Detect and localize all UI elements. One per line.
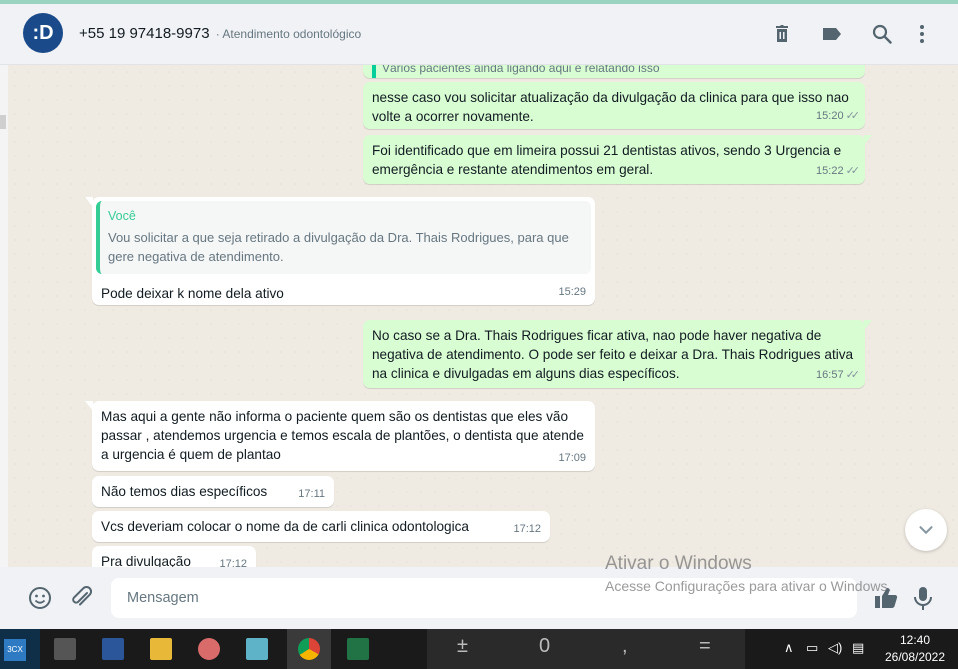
chat-header: :D +55 19 97418-9973 · Atendimento odont… [0,4,958,65]
message-meta: 15:29 [558,283,586,302]
message-list[interactable]: Vários pacientes ainda ligando aqui e re… [8,65,958,567]
system-tray: ∧ ▭ ◁) ▤ 12:40 26/08/2022 [780,629,958,669]
quote-author: Você [108,209,136,223]
message-outgoing-partial: Vários pacientes ainda ligando aqui e re… [363,65,865,78]
message-time: 17:12 [513,523,541,535]
message-text: Não temos dias específicos [101,484,268,499]
message-incoming[interactable]: Não temos dias específicos 17:11 [92,476,334,507]
message-meta: 16:57 ✓✓ [816,366,861,385]
message-text: Mas aqui a gente não informa o paciente … [101,409,584,462]
calc-key: = [699,635,711,657]
quoted-text: Vários pacientes ainda ligando aqui e re… [372,65,856,78]
file-explorer-icon[interactable] [139,629,183,669]
contact-phone: +55 19 97418-9973 [79,25,210,42]
chevron-up-icon[interactable]: ∧ [784,640,794,656]
message-time: 16:57 [816,369,844,381]
attach-icon[interactable] [67,584,95,612]
trash-icon[interactable] [770,22,794,46]
scroll-to-bottom-button[interactable] [905,509,947,551]
excel-icon[interactable] [336,629,380,669]
chevron-down-icon [919,526,933,534]
contact-info[interactable]: +55 19 97418-9973 · Atendimento odontoló… [79,25,361,42]
message-meta: 17:12 [513,520,541,539]
emoji-icon[interactable] [26,584,54,612]
message-time: 15:29 [558,286,586,298]
message-incoming[interactable]: Mas aqui a gente não informa o paciente … [85,401,595,471]
message-input[interactable] [111,578,857,618]
message-incoming[interactable]: Pra divulgação 17:12 [92,546,256,567]
message-composer [0,567,958,629]
clock-date: 26/08/2022 [884,650,946,664]
message-time: 17:11 [298,488,325,500]
message-outgoing[interactable]: Foi identificado que em limeira possui 2… [363,135,872,184]
paint-icon[interactable] [187,629,231,669]
calc-key: ± [457,635,468,657]
label-icon[interactable] [820,22,844,46]
message-text: Pra divulgação [101,554,191,567]
message-time: 17:09 [558,452,586,464]
avatar[interactable]: :D [23,13,63,53]
thumbs-up-icon[interactable] [872,584,900,612]
chrome-icon[interactable] [287,629,331,669]
read-ticks-icon: ✓✓ [845,369,861,381]
message-meta: 15:20 ✓✓ [816,107,861,126]
calc-key: 0 [539,635,551,657]
message-text: nesse caso vou solicitar atualização da … [372,90,849,124]
message-text: No caso se a Dra. Thais Rodrigues ficar … [372,328,854,381]
left-panel-edge [0,65,8,567]
message-time: 17:12 [219,558,247,567]
3cx-app[interactable]: 3CX [0,629,40,669]
network-icon[interactable]: ▭ [806,640,818,656]
message-meta: 17:11 [298,485,325,504]
read-ticks-icon: ✓✓ [845,165,861,177]
message-incoming-reply[interactable]: Você Vou solicitar a que seja retirado a… [85,197,595,305]
message-text: Foi identificado que em limeira possui 2… [372,143,842,177]
message-outgoing[interactable]: nesse caso vou solicitar atualização da … [363,82,865,129]
message-incoming[interactable]: Vcs deveriam colocar o nome da de carli … [92,511,550,542]
message-time: 15:20 [816,110,844,122]
quote-text: Vou solicitar a que seja retirado a divu… [108,230,569,264]
calculator-window-edge: ± 0 , = [427,629,745,669]
quoted-message[interactable]: Você Vou solicitar a que seja retirado a… [96,201,591,274]
clock[interactable]: 12:40 26/08/2022 [880,632,950,666]
contact-subtitle: · Atendimento odontológico [215,27,362,41]
calc-key: , [622,635,628,657]
search-icon[interactable] [870,22,894,46]
read-ticks-icon: ✓✓ [845,110,861,122]
menu-icon[interactable] [910,22,934,46]
3cx-icon: 3CX [4,639,26,661]
notepad-icon[interactable] [235,629,279,669]
word-icon[interactable] [91,629,135,669]
calculator-icon[interactable] [43,629,87,669]
message-meta: 17:12 [219,555,247,567]
clock-time: 12:40 [899,633,931,647]
message-meta: 17:09 [558,449,586,468]
message-time: 15:22 [816,165,844,177]
microphone-icon[interactable] [909,584,937,612]
message-outgoing[interactable]: No caso se a Dra. Thais Rodrigues ficar … [363,320,872,388]
volume-icon[interactable]: ◁) [828,640,842,656]
message-meta: 15:22 ✓✓ [816,162,861,181]
message-text: Pode deixar k nome dela ativo [101,286,284,301]
message-text: Vcs deveriam colocar o nome da de carli … [101,519,469,534]
notification-icon[interactable]: ▤ [852,640,864,656]
